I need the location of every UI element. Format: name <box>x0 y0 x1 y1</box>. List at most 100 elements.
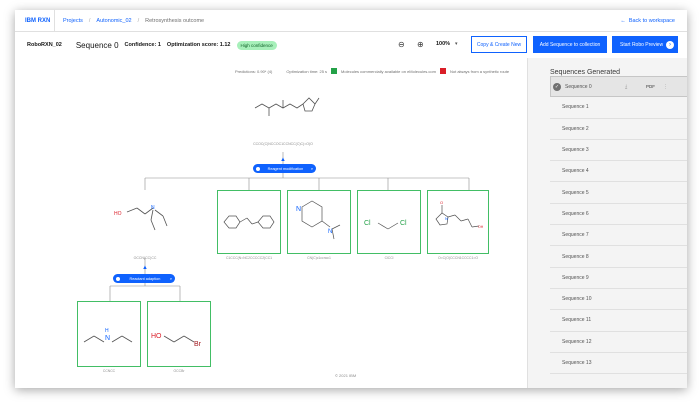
molecule-card-pyrrolidinone[interactable]: N O OH <box>427 190 489 254</box>
sequence-item[interactable]: ✓ Sequence 0 ⤓ PDF ⋮ <box>550 76 687 98</box>
sequence-item[interactable]: Sequence 8 <box>550 246 687 268</box>
sequence-item[interactable]: Sequence 12 <box>550 332 687 353</box>
search-icon: ⌕ <box>169 276 172 281</box>
diethylaminoethanol-molecule <box>126 207 168 231</box>
molecule-card-pyridine[interactable]: N N <box>287 190 351 254</box>
brand-logo[interactable]: IBM RXN <box>15 10 55 32</box>
molecule-label-pyrrolidinone: O=C(O)CCCN1CCCC1=O <box>438 256 478 260</box>
back-to-workspace-link[interactable]: ← Back to workspace <box>620 10 675 32</box>
reaction-label: Reagent modification <box>267 166 304 171</box>
top-nav: IBM RXN Projects / Autonomic_02 / Retros… <box>15 10 687 32</box>
copy-create-new-button[interactable]: Copy & Create New <box>471 36 527 53</box>
pyrrolidinone-acid-structure: N O OH <box>435 200 484 229</box>
reactant-adaption-pill[interactable]: Reactant adaption ⌕ <box>113 274 175 283</box>
confidence-badge: High confidence <box>236 40 277 50</box>
svg-text:▲: ▲ <box>280 157 286 163</box>
sequence-label: Sequence 0 <box>565 83 592 90</box>
molecule-card-azo[interactable] <box>217 190 281 254</box>
molecule-label-diethylamine: CCNCC <box>102 369 116 373</box>
reaction-dot-icon <box>116 276 120 281</box>
molecule-label-azo: C1CCC(N=NC2CCCCC2)CC1 <box>225 256 273 260</box>
sequence-label: Sequence 4 <box>562 168 589 175</box>
sequences-panel: Sequences Generated ✓ Sequence 0 ⤓ PDF ⋮… <box>527 58 687 388</box>
molecule-label-dcm: ClCCl <box>384 256 394 260</box>
panel-title: Sequences Generated <box>550 69 621 76</box>
app-window: IBM RXN Projects / Autonomic_02 / Retros… <box>15 10 687 388</box>
svg-text:N: N <box>445 216 448 221</box>
target-smiles: CCOC(C)NCCOC1CCNCC(C)C(=O)O <box>253 142 313 146</box>
start-robo-preview-button[interactable]: Start Robo Preview › <box>612 36 678 53</box>
sequence-title: Sequence 0 <box>75 40 119 50</box>
sequence-label: Sequence 9 <box>562 274 589 281</box>
sequence-label: Sequence 7 <box>562 232 589 239</box>
molecule-card-dichloromethane[interactable]: Cl Cl <box>357 190 421 254</box>
svg-text:N: N <box>151 205 155 211</box>
target-molecule <box>254 97 320 116</box>
zoom-out-icon[interactable]: ⊖ <box>398 40 405 49</box>
sequence-list: ✓ Sequence 0 ⤓ PDF ⋮ Sequence 1 Sequence… <box>550 76 687 375</box>
bromoethanol-structure: HO Br <box>151 333 202 348</box>
sequence-label: Sequence 8 <box>562 253 589 260</box>
reagent-modification-pill[interactable]: Reagent modification ⌕ <box>253 164 316 173</box>
sequence-item[interactable]: Sequence 10 <box>550 289 687 311</box>
svg-text:HO: HO <box>151 333 162 340</box>
breadcrumb-separator: / <box>88 17 91 24</box>
reaction-label: Reactant adaption <box>129 276 161 281</box>
checkmark-icon: ✓ <box>553 83 561 91</box>
sequence-item[interactable]: Sequence 5 <box>550 182 687 204</box>
confidence-value: Confidence: 1 <box>124 42 161 48</box>
play-icon: › <box>666 40 674 49</box>
footer-copyright: © 2021 IBM <box>335 373 357 378</box>
mid-molecule-smiles: OCCN(CC)CC <box>133 256 157 260</box>
molecule-label-pyridine: CN(C)c1ccncc1 <box>307 256 331 260</box>
add-to-collection-button[interactable]: Add Sequence to collection <box>533 36 607 53</box>
sequence-label: Sequence 5 <box>562 189 589 196</box>
chevron-down-icon[interactable]: ▾ <box>455 41 458 47</box>
sequence-item[interactable]: Sequence 9 <box>550 268 687 289</box>
zoom-in-icon[interactable]: ⊕ <box>417 40 424 49</box>
sequence-item[interactable]: Sequence 6 <box>550 204 687 226</box>
sequence-label: Sequence 3 <box>562 147 589 154</box>
sequence-item[interactable]: Sequence 3 <box>550 140 687 162</box>
sequence-label: Sequence 12 <box>562 338 592 345</box>
breadcrumb: Projects / Autonomic_02 / Retrosynthesis… <box>55 18 204 24</box>
svg-text:N: N <box>105 335 110 342</box>
svg-text:N: N <box>328 229 332 235</box>
arrow-left-icon: ← <box>620 18 626 24</box>
reaction-dot-icon <box>256 166 260 171</box>
pdf-link[interactable]: PDF <box>646 84 655 89</box>
zoom-level[interactable]: 100% <box>436 41 450 47</box>
breadcrumb-projects[interactable]: Projects <box>63 18 83 24</box>
molecule-label-bromoethanol: OCCBr <box>173 369 185 373</box>
overflow-menu-icon[interactable]: ⋮ <box>663 84 668 90</box>
sequence-item[interactable]: Sequence 4 <box>550 161 687 183</box>
sequence-item[interactable]: Sequence 1 <box>550 97 687 119</box>
sequence-item[interactable]: Sequence 13 <box>550 353 687 375</box>
dcm-structure: Cl Cl <box>364 220 407 230</box>
reaction-tree-canvas[interactable]: Predictions: 0.90* (4) Optimization time… <box>15 58 527 388</box>
breadcrumb-separator: / <box>137 17 140 24</box>
optimization-score: Optimization score: 1.12 <box>166 42 231 48</box>
svg-text:O: O <box>440 200 443 205</box>
molecule-card-diethylamine[interactable]: N H <box>77 301 141 367</box>
sequence-label: Sequence 6 <box>562 210 589 217</box>
start-label: Start Robo Preview <box>620 41 664 48</box>
sequence-label: Sequence 1 <box>562 104 589 111</box>
download-icon[interactable]: ⤓ <box>625 84 627 90</box>
sequence-item[interactable]: Sequence 11 <box>550 310 687 332</box>
back-label: Back to workspace <box>628 18 675 24</box>
sequence-item[interactable]: Sequence 2 <box>550 119 687 140</box>
svg-text:Cl: Cl <box>364 220 371 227</box>
toolbar: RoboRXN_02 Sequence 0 Confidence: 1 Opti… <box>15 32 687 58</box>
breadcrumb-project[interactable]: Autonomic_02 <box>96 18 131 24</box>
sequence-item[interactable]: Sequence 7 <box>550 225 687 247</box>
sequence-label: Sequence 11 <box>562 317 592 324</box>
search-icon: ⌕ <box>310 166 313 171</box>
svg-text:HO: HO <box>114 211 122 217</box>
sequence-label: Sequence 10 <box>562 296 592 303</box>
molecule-card-bromoethanol[interactable]: HO Br <box>147 301 211 367</box>
diethylamine-structure: N H <box>83 328 133 343</box>
model-name: RoboRXN_02 <box>27 42 62 48</box>
svg-text:N: N <box>296 206 301 213</box>
sequence-label: Sequence 13 <box>562 360 592 366</box>
